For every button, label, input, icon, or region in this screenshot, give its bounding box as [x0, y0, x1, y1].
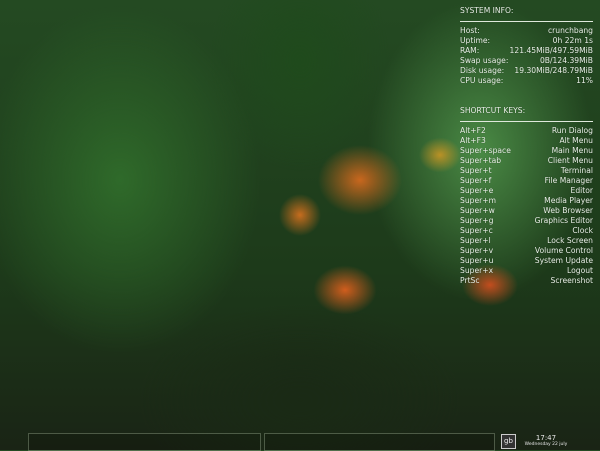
shortcut-key: Alt+F2 — [460, 126, 486, 135]
shortcut-action: Web Browser — [543, 206, 593, 215]
shortcut-row: Super+e Editor — [460, 186, 593, 196]
shortcut-action: Main Menu — [551, 146, 593, 155]
taskbar-area[interactable] — [264, 433, 495, 451]
shortcut-key: Super+g — [460, 216, 494, 225]
shortcut-row: Super+u System Update — [460, 256, 593, 266]
shortcut-key: Alt+F3 — [460, 136, 486, 145]
system-info-row: RAM: 121.45MiB/497.59MiB — [460, 46, 593, 56]
info-value: 121.45MiB/497.59MiB — [509, 46, 593, 55]
shortcut-key: Super+tab — [460, 156, 502, 165]
info-label: Swap usage: — [460, 56, 509, 65]
shortcut-key: Super+space — [460, 146, 511, 155]
shortcut-action: Terminal — [560, 166, 593, 175]
shortcut-row: Super+c Clock — [460, 226, 593, 236]
info-label: CPU usage: — [460, 76, 504, 85]
shortcut-row: Super+m Media Player — [460, 196, 593, 206]
shortcut-key: Super+m — [460, 196, 497, 205]
conky-system-info: SYSTEM INFO: Host: crunchbang Uptime: 0h 22… — [460, 6, 593, 86]
keyboard-layout-indicator[interactable]: gb — [501, 434, 516, 449]
shortcut-action: Logout — [567, 266, 593, 275]
info-value: 0B/124.39MiB — [539, 56, 593, 65]
shortcut-row: Super+space Main Menu — [460, 146, 593, 156]
info-label: Disk usage: — [460, 66, 505, 75]
info-label: RAM: — [460, 46, 480, 55]
shortcut-key: Super+w — [460, 206, 495, 215]
shortcut-row: Super+x Logout — [460, 266, 593, 276]
info-label: Uptime: — [460, 36, 491, 45]
shortcut-row: Super+w Web Browser — [460, 206, 593, 216]
system-info-row: Disk usage: 19.30MiB/248.79MiB — [460, 66, 593, 76]
shortcut-key: Super+x — [460, 266, 494, 275]
shortcut-key: Super+f — [460, 176, 492, 185]
shortcut-row: Super+t Terminal — [460, 166, 593, 176]
shortcut-row: Alt+F3 Alt Menu — [460, 136, 593, 146]
shortcut-row: Super+g Graphics Editor — [460, 216, 593, 226]
shortcut-key: Super+e — [460, 186, 494, 195]
shortcut-action: Graphics Editor — [534, 216, 593, 225]
shortcut-action: Run Dialog — [551, 126, 593, 135]
shortcut-action: File Manager — [544, 176, 593, 185]
system-info-row: CPU usage: 11% — [460, 76, 593, 86]
divider — [460, 21, 593, 22]
info-label: Host: — [460, 26, 480, 35]
system-info-row: Swap usage: 0B/124.39MiB — [460, 56, 593, 66]
shortcut-action: Media Player — [544, 196, 593, 205]
system-info-title: SYSTEM INFO: — [460, 6, 514, 15]
shortcut-row: Super+tab Client Menu — [460, 156, 593, 166]
shortcut-row: PrtSc Screenshot — [460, 276, 593, 286]
system-info-row: Host: crunchbang — [460, 26, 593, 36]
taskbar-panel: gb 17:47 Wednesday 22 july — [0, 432, 600, 451]
conky-shortcut-keys: SHORTCUT KEYS: Alt+F2 Run Dialog Alt+F3 Alt… — [460, 106, 593, 286]
info-value: 19.30MiB/248.79MiB — [514, 66, 593, 75]
info-value: 0h 22m 1s — [552, 36, 593, 45]
shortcut-action: Lock Screen — [547, 236, 593, 245]
clock-time[interactable]: 17:47 — [520, 434, 572, 442]
shortcut-action: System Update — [534, 256, 593, 265]
shortcut-action: Clock — [572, 226, 593, 235]
info-value: 11% — [576, 76, 593, 85]
clock-date: Wednesday 22 july — [524, 442, 568, 447]
taskbar-area[interactable] — [28, 433, 261, 451]
shortcut-row: Super+l Lock Screen — [460, 236, 593, 246]
divider — [460, 121, 593, 122]
shortcut-key: Super+u — [460, 256, 494, 265]
shortcut-key: PrtSc — [460, 276, 480, 285]
shortcut-key: Super+v — [460, 246, 494, 255]
shortcut-action: Screenshot — [550, 276, 594, 285]
shortcut-row: Super+f File Manager — [460, 176, 593, 186]
shortcut-key: Super+t — [460, 166, 492, 175]
info-value: crunchbang — [547, 26, 593, 35]
shortcut-keys-title: SHORTCUT KEYS: — [460, 106, 526, 115]
shortcut-row: Super+v Volume Control — [460, 246, 593, 256]
shortcut-action: Alt Menu — [559, 136, 593, 145]
system-info-row: Uptime: 0h 22m 1s — [460, 36, 593, 46]
shortcut-key: Super+l — [460, 236, 491, 245]
shortcut-key: Super+c — [460, 226, 493, 235]
shortcut-action: Volume Control — [534, 246, 593, 255]
shortcut-action: Client Menu — [547, 156, 593, 165]
shortcut-action: Editor — [570, 186, 593, 195]
shortcut-row: Alt+F2 Run Dialog — [460, 126, 593, 136]
